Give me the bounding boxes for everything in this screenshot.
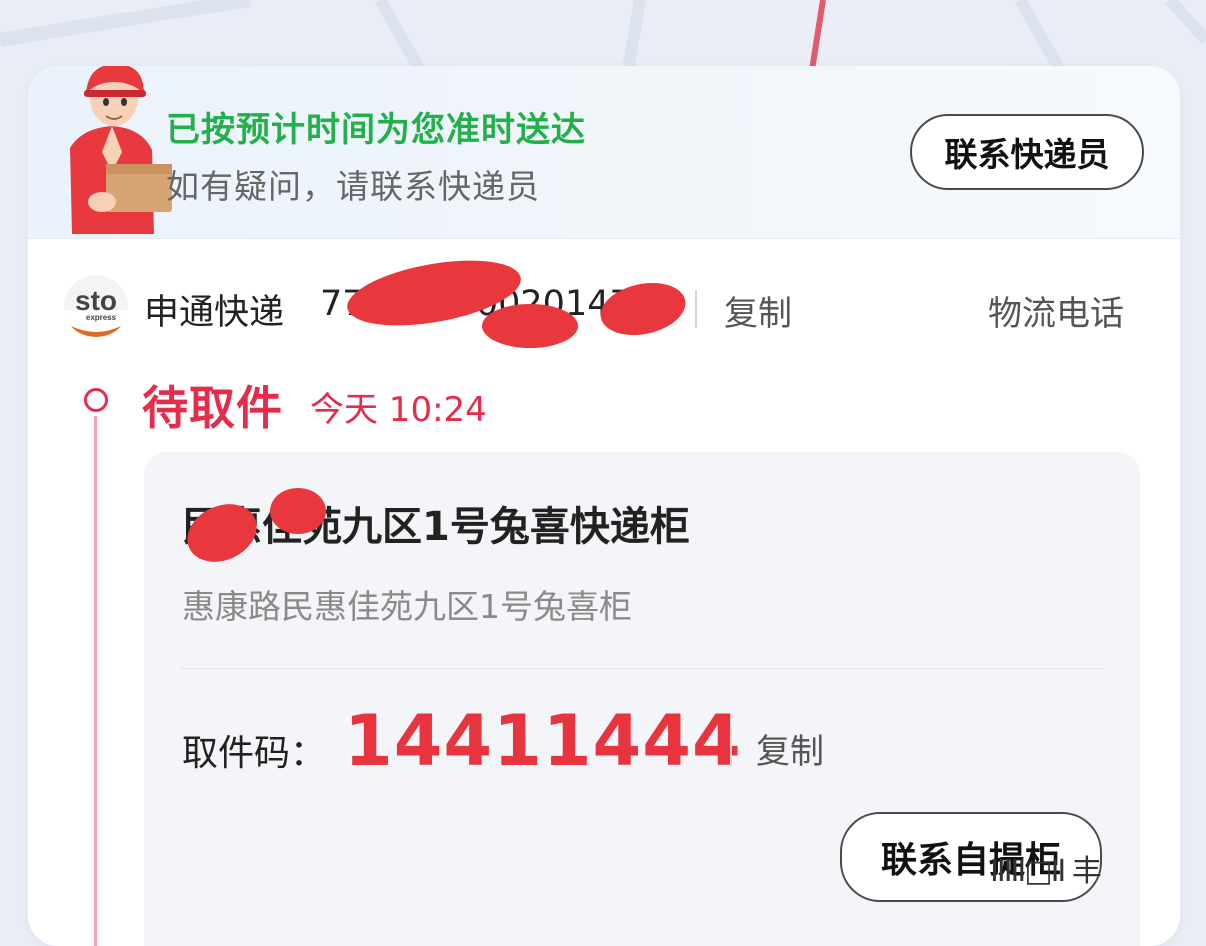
locker-name: 民惠佳苑九区1号兔喜快递柜 — [182, 504, 690, 550]
courier-illustration — [70, 66, 172, 234]
timeline-line — [94, 416, 97, 946]
pickup-code-label: 取件码： — [182, 733, 327, 774]
delivery-card: 已按预计时间为您准时送达 如有疑问，请联系快递员 联系快递员 sto expre… — [28, 66, 1180, 946]
carrier-name: 申通快递 — [144, 293, 285, 333]
divider-vertical — [730, 728, 732, 766]
copy-tracking-button[interactable]: 复制 — [724, 286, 792, 335]
delivery-status-subtitle: 如有疑问，请联系快递员 — [166, 167, 540, 206]
sto-logo-icon: sto express — [64, 275, 128, 340]
sto-logo-subtext: express — [86, 313, 117, 322]
redaction-mark — [482, 304, 578, 348]
pickup-code-value: 14411444 — [344, 700, 742, 782]
status-time: 今天 10:24 — [310, 390, 487, 430]
redaction-mark — [270, 488, 326, 534]
divider — [180, 668, 1104, 669]
watermark: IIIII□II 丰 — [990, 854, 1102, 889]
logistics-phone-button[interactable]: 物流电话 — [988, 286, 1124, 335]
contact-courier-button[interactable]: 联系快递员 — [910, 114, 1144, 190]
sto-logo-text: sto — [75, 285, 117, 316]
delivery-status-title: 已按预计时间为您准时送达 — [166, 110, 586, 150]
copy-pickup-code-button[interactable]: 复制 — [756, 724, 824, 773]
delivery-banner: 已按预计时间为您准时送达 如有疑问，请联系快递员 联系快递员 — [28, 66, 1180, 239]
divider-vertical — [695, 290, 697, 328]
pickup-status: 待取件 — [142, 381, 283, 435]
timeline-dot-icon — [84, 388, 108, 412]
locker-address: 惠康路民惠佳苑九区1号兔喜柜 — [182, 587, 632, 626]
